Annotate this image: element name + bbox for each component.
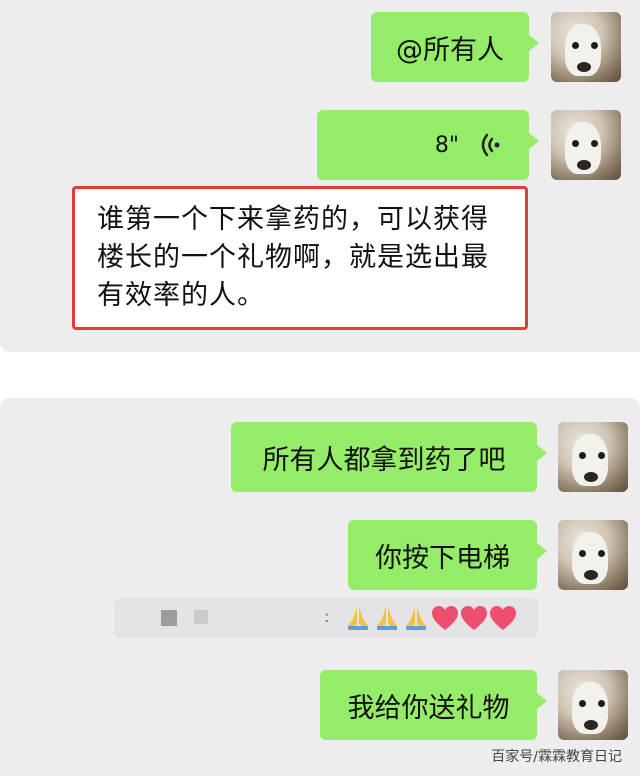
heart-icon bbox=[490, 606, 516, 630]
voice-wave-icon bbox=[481, 133, 500, 157]
bubble-tail bbox=[536, 542, 547, 560]
emoji-strip bbox=[344, 604, 517, 632]
message-text: @所有人 bbox=[396, 34, 504, 66]
message-bubble[interactable]: 我给你送礼物 bbox=[320, 670, 547, 740]
bubble-tail bbox=[528, 132, 539, 150]
bubble-tail bbox=[536, 692, 547, 710]
notice-line: 谁第一个下来拿药的，可以获得 bbox=[97, 204, 489, 235]
quote-separator: : bbox=[324, 607, 330, 626]
avatar[interactable] bbox=[558, 520, 628, 590]
message-text: 所有人都拿到药了吧 bbox=[262, 444, 506, 476]
avatar[interactable] bbox=[558, 422, 628, 492]
message-text: 我给你送礼物 bbox=[347, 692, 510, 724]
avatar[interactable] bbox=[551, 110, 621, 180]
notice-line: 楼长的一个礼物啊，就是选出最 bbox=[97, 242, 489, 273]
message-bubble[interactable]: 所有人都拿到药了吧 bbox=[231, 422, 547, 492]
heart-icon bbox=[432, 606, 458, 630]
folded-hands-icon bbox=[377, 607, 397, 630]
blurred-name-block bbox=[161, 610, 177, 626]
watermark: 百家号/霖霖教育日记 bbox=[491, 749, 622, 765]
notice-line: 有效率的人。 bbox=[97, 280, 265, 311]
heart-icon bbox=[461, 606, 487, 630]
bubble-tail bbox=[536, 444, 547, 462]
message-text: 你按下电梯 bbox=[375, 542, 510, 574]
voice-duration: 8" bbox=[434, 132, 459, 158]
avatar[interactable] bbox=[551, 12, 621, 82]
message-bubble[interactable]: 你按下电梯 bbox=[348, 520, 547, 590]
folded-hands-icon bbox=[348, 607, 368, 630]
avatar[interactable] bbox=[558, 670, 628, 740]
chat-panel-top: @所有人 8" 谁第一个下来拿药的，可以获得 楼长的一个礼物啊，就是选出最 有效… bbox=[0, 0, 640, 352]
folded-hands-icon bbox=[406, 607, 426, 630]
highlighted-message[interactable]: 谁第一个下来拿药的，可以获得 楼长的一个礼物啊，就是选出最 有效率的人。 bbox=[72, 186, 528, 330]
bubble-tail bbox=[528, 34, 539, 52]
blurred-name-block bbox=[194, 610, 208, 624]
message-bubble[interactable]: @所有人 bbox=[371, 12, 539, 82]
voice-message-bubble[interactable]: 8" bbox=[317, 110, 539, 180]
blurred-quote-row[interactable]: : bbox=[114, 598, 538, 638]
